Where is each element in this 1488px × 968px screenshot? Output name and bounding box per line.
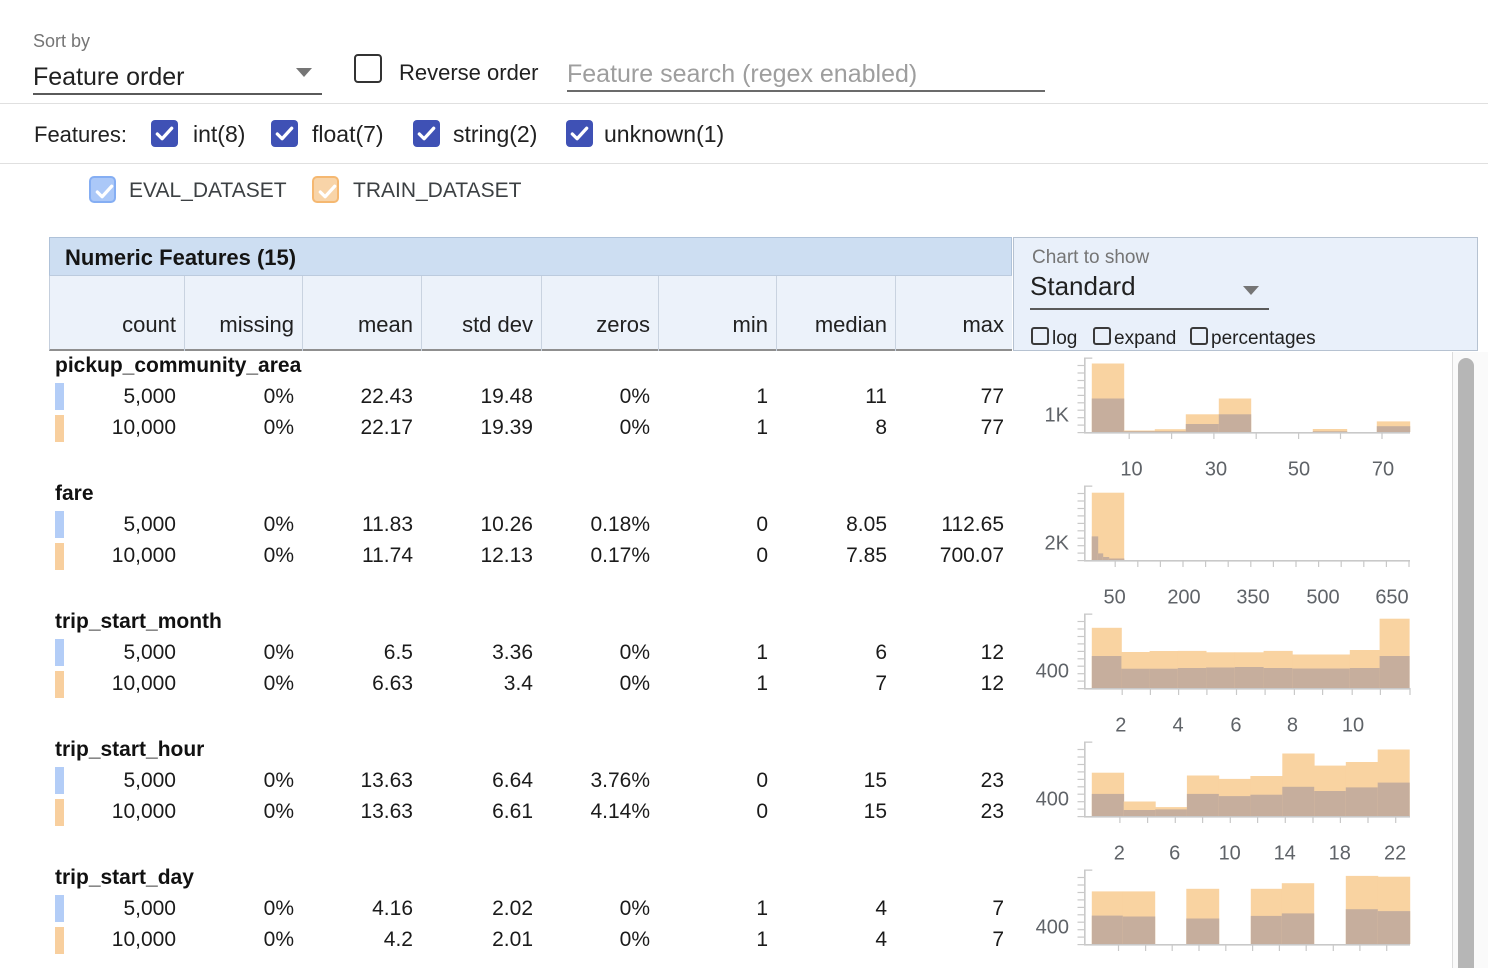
svg-text:18: 18 <box>1329 843 1351 865</box>
svg-text:70: 70 <box>1372 459 1394 481</box>
svg-text:22: 22 <box>1384 843 1406 865</box>
svg-text:10: 10 <box>1120 459 1142 481</box>
svg-text:1K: 1K <box>1045 405 1070 427</box>
svg-text:400: 400 <box>1036 917 1069 939</box>
svg-text:650: 650 <box>1375 587 1408 609</box>
svg-text:4: 4 <box>1172 715 1183 737</box>
svg-text:500: 500 <box>1306 587 1339 609</box>
svg-text:50: 50 <box>1103 587 1125 609</box>
svg-text:2: 2 <box>1115 715 1126 737</box>
svg-text:2: 2 <box>1114 843 1125 865</box>
svg-text:200: 200 <box>1167 587 1200 609</box>
svg-text:350: 350 <box>1236 587 1269 609</box>
svg-text:400: 400 <box>1036 789 1069 811</box>
svg-text:6: 6 <box>1230 715 1241 737</box>
svg-text:50: 50 <box>1288 459 1310 481</box>
svg-text:10: 10 <box>1219 843 1241 865</box>
svg-text:14: 14 <box>1274 843 1296 865</box>
svg-text:8: 8 <box>1287 715 1298 737</box>
svg-text:400: 400 <box>1036 661 1069 683</box>
svg-text:6: 6 <box>1169 843 1180 865</box>
svg-text:10: 10 <box>1342 715 1364 737</box>
svg-text:2K: 2K <box>1045 533 1070 555</box>
svg-text:30: 30 <box>1205 459 1227 481</box>
